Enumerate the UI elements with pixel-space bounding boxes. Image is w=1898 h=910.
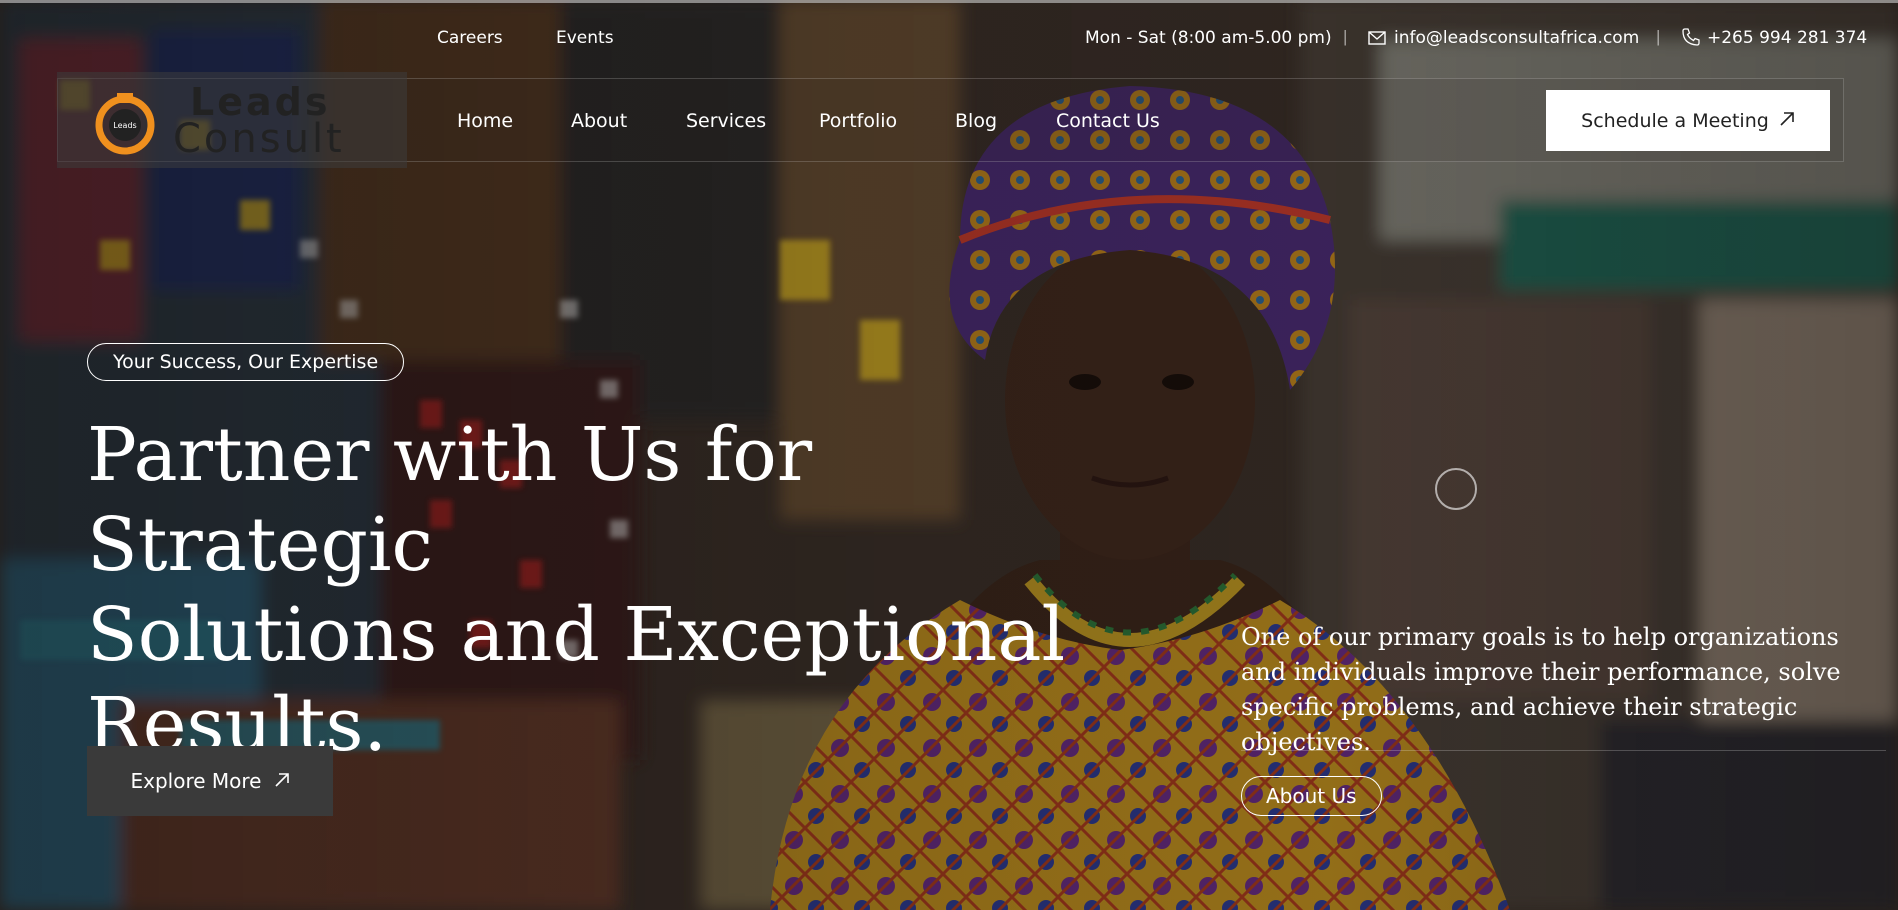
envelope-icon xyxy=(1368,31,1386,50)
phone-link[interactable]: +265 994 281 374 xyxy=(1707,28,1867,48)
top-edge-line xyxy=(0,0,1898,3)
about-us-button[interactable]: About Us xyxy=(1241,776,1382,816)
business-hours: Mon - Sat (8:00 am-5.00 pm) xyxy=(1085,28,1332,48)
tagline-text: Your Success, Our Expertise xyxy=(113,351,379,373)
cursor-circle-icon xyxy=(1435,468,1477,510)
hero-description: One of our primary goals is to help orga… xyxy=(1241,623,1841,756)
phone-icon xyxy=(1682,28,1700,51)
email-link[interactable]: info@leadsconsultafrica.com xyxy=(1394,28,1639,48)
divider xyxy=(1241,750,1886,751)
explore-more-button[interactable]: Explore More xyxy=(87,746,333,816)
tagline-badge: Your Success, Our Expertise xyxy=(87,343,405,381)
headline-line: Solutions and Exceptional xyxy=(87,592,1066,678)
topbar-separator: | xyxy=(1656,27,1661,46)
careers-link[interactable]: Careers xyxy=(437,28,503,48)
logo-text-consult: Consult xyxy=(173,116,345,162)
explore-more-label: Explore More xyxy=(130,769,262,793)
about-us-label: About Us xyxy=(1266,784,1357,808)
arrow-up-right-icon xyxy=(274,769,290,793)
logo-mark-icon: Leads xyxy=(93,91,157,155)
nav-services[interactable]: Services xyxy=(686,110,766,132)
nav-contact-us[interactable]: Contact Us xyxy=(1056,110,1160,132)
nav-about[interactable]: About xyxy=(571,110,627,132)
hero-headline: Partner with Us for Strategic Solutions … xyxy=(87,410,1087,770)
nav-portfolio[interactable]: Portfolio xyxy=(819,110,897,132)
svg-text:Leads: Leads xyxy=(113,121,136,130)
events-link[interactable]: Events xyxy=(556,28,614,48)
topbar-separator: | xyxy=(1343,27,1348,46)
schedule-meeting-button[interactable]: Schedule a Meeting xyxy=(1546,90,1830,151)
nav-home[interactable]: Home xyxy=(457,110,513,132)
nav-blog[interactable]: Blog xyxy=(955,110,997,132)
arrow-up-right-icon xyxy=(1779,110,1795,132)
schedule-meeting-label: Schedule a Meeting xyxy=(1581,109,1769,132)
headline-line: Partner with Us for Strategic xyxy=(87,412,813,588)
